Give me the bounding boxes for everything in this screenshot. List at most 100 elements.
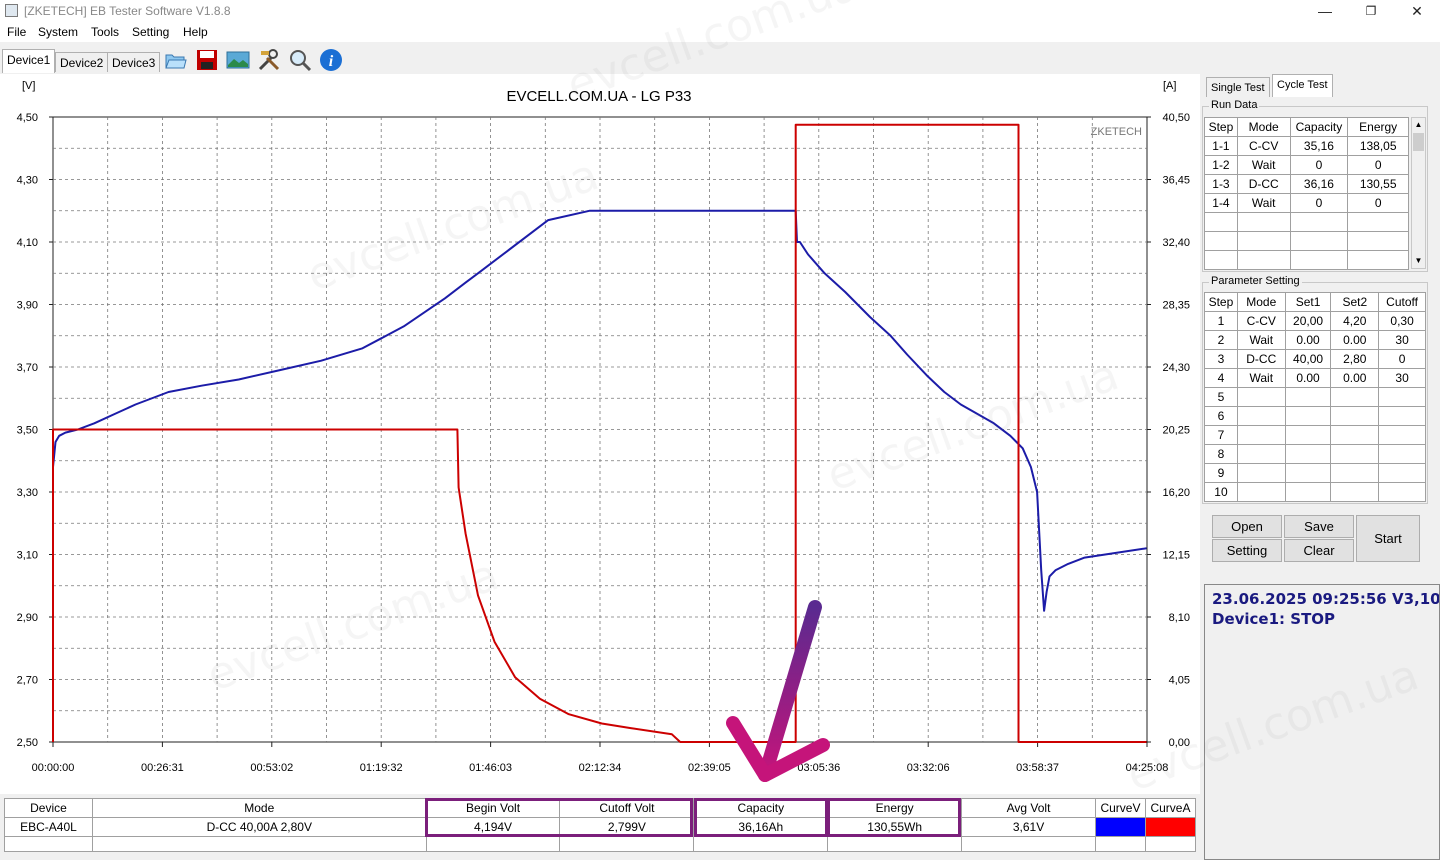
param-row[interactable]: 3 D-CC 40,00 2,80 0: [1204, 349, 1426, 369]
open-button[interactable]: Open: [1212, 515, 1282, 538]
param-header-set1: Set1: [1284, 292, 1332, 312]
param-cell: 40,00: [1284, 349, 1332, 369]
parameter-table[interactable]: Step Mode Set1 Set2 Cutoff 1 C-CV 20,00 4,2…: [1204, 292, 1426, 502]
param-cell: 0.00: [1284, 330, 1332, 350]
run-data-group: Run Data Step Mode Capacity Energy 1-1 C-…: [1202, 99, 1428, 272]
scroll-down-icon[interactable]: ▼: [1412, 254, 1425, 268]
menu-file[interactable]: File: [7, 25, 26, 39]
param-row[interactable]: 5: [1204, 387, 1426, 407]
menu-system[interactable]: System: [38, 25, 78, 39]
status-panel: 23.06.2025 09:25:56 V3,10 Device1: STOP: [1204, 584, 1440, 860]
param-row[interactable]: 2 Wait 0.00 0.00 30: [1204, 330, 1426, 350]
y-left-tick-label: 3,70: [17, 362, 38, 374]
tab-cycle-test[interactable]: Cycle Test: [1272, 74, 1333, 97]
param-row[interactable]: 6: [1204, 406, 1426, 426]
param-header-set2: Set2: [1330, 292, 1380, 312]
menu-setting[interactable]: Setting: [132, 25, 169, 39]
tab-device2[interactable]: Device2: [55, 52, 109, 72]
param-cell: [1284, 463, 1332, 483]
run-data-empty-cell: [1289, 250, 1349, 270]
param-cell: [1378, 406, 1426, 426]
run-data-row[interactable]: 1-1 C-CV 35,16 138,05: [1204, 136, 1409, 156]
volt-highlight-box: [425, 798, 693, 837]
summary-header-cell: Mode: [91, 798, 427, 818]
annotation-arrow-icon: [726, 600, 830, 782]
info-icon[interactable]: i: [319, 48, 343, 72]
y-right-tick-label: 4,05: [1169, 675, 1190, 687]
scroll-up-icon[interactable]: ▲: [1412, 118, 1425, 132]
restore-button[interactable]: ❐: [1348, 0, 1394, 22]
param-cell: 6: [1204, 406, 1238, 426]
param-row[interactable]: 7: [1204, 425, 1426, 445]
run-data-scrollbar[interactable]: ▲ ▼: [1411, 117, 1426, 269]
param-cell: [1236, 463, 1286, 483]
right-axis-ticks: 40,50 36,45 32,40 28,35 24,30 20,25 16,20 12,15…: [1147, 112, 1190, 749]
tab-device1[interactable]: Device1: [2, 49, 56, 73]
run-data-row[interactable]: 1-3 D-CC 36,16 130,55: [1204, 174, 1409, 194]
scroll-thumb[interactable]: [1413, 133, 1424, 151]
open-folder-icon[interactable]: [163, 48, 187, 72]
tab-device3[interactable]: Device3: [107, 52, 161, 72]
summary-value-cell: D-CC 40,00A 2,80V: [91, 817, 427, 837]
parameter-setting-label: Parameter Setting: [1209, 275, 1302, 287]
summary-value-cell: 3,61V: [961, 817, 1096, 837]
y-left-tick-label: 3,30: [17, 487, 38, 499]
close-button[interactable]: ✕: [1394, 0, 1440, 22]
run-data-cell: 36,16: [1289, 174, 1349, 194]
run-data-row[interactable]: 1-4 Wait 0 0: [1204, 193, 1409, 213]
chart-title: EVCELL.COM.UA - LG P33: [506, 88, 691, 105]
param-row[interactable]: 8: [1204, 444, 1426, 464]
summary-empty-cell: [4, 836, 93, 852]
param-row[interactable]: 4 Wait 0.00 0.00 30: [1204, 368, 1426, 388]
param-row[interactable]: 9: [1204, 463, 1426, 483]
run-data-table[interactable]: Step Mode Capacity Energy 1-1 C-CV 35,16 13…: [1204, 117, 1409, 270]
param-cell: 0: [1378, 349, 1426, 369]
run-data-cell: 0: [1347, 155, 1409, 175]
param-cell: [1284, 387, 1332, 407]
y-left-tick-label: 4,30: [17, 175, 38, 187]
param-cell: 4,20: [1330, 311, 1380, 331]
param-cell: [1330, 444, 1380, 464]
status-device: Device1: STOP: [1212, 610, 1336, 628]
param-row[interactable]: 1 C-CV 20,00 4,20 0,30: [1204, 311, 1426, 331]
param-row[interactable]: 10: [1204, 482, 1426, 502]
param-cell: 3: [1204, 349, 1238, 369]
x-tick-label: 01:19:32: [360, 762, 403, 774]
param-cell: [1284, 444, 1332, 464]
chart-panel: [V] [A] EVCELL.COM.UA - LG P33 ZKETECH 4…: [0, 74, 1200, 794]
param-cell: D-CC: [1236, 349, 1286, 369]
param-cell: Wait: [1236, 330, 1286, 350]
zoom-icon[interactable]: [288, 48, 312, 72]
param-cell: [1236, 444, 1286, 464]
y-left-tick-label: 2,90: [17, 612, 38, 624]
save-button[interactable]: Save: [1284, 515, 1354, 538]
summary-header-cell: CurveA: [1144, 798, 1197, 818]
run-data-row[interactable]: 1-2 Wait 0 0: [1204, 155, 1409, 175]
param-cell: 4: [1204, 368, 1238, 388]
tools-icon[interactable]: [257, 48, 281, 72]
param-cell: 20,00: [1284, 311, 1332, 331]
minimize-button[interactable]: —: [1302, 0, 1348, 22]
run-data-label: Run Data: [1209, 99, 1260, 111]
curve-a-swatch: [1144, 817, 1197, 837]
save-icon[interactable]: [195, 48, 219, 72]
param-cell: [1330, 482, 1380, 502]
param-header-mode: Mode: [1236, 292, 1286, 312]
y-right-tick-label: 36,45: [1162, 175, 1190, 187]
y-left-tick-label: 4,50: [17, 112, 38, 124]
y-left-tick-label: 2,50: [17, 737, 38, 749]
setting-button[interactable]: Setting: [1212, 539, 1282, 562]
run-data-empty-row: [1204, 250, 1409, 270]
y-right-tick-label: 0,00: [1169, 737, 1190, 749]
control-buttons: Open Save Setting Clear Start: [1202, 510, 1440, 570]
image-icon[interactable]: [226, 48, 250, 72]
x-axis-ticks: 00:00:00 00:26:31 00:53:02 01:19:32 01:46:03…: [32, 742, 1168, 774]
summary-empty-cell: [91, 836, 427, 852]
clear-button[interactable]: Clear: [1284, 539, 1354, 562]
menu-tools[interactable]: Tools: [91, 25, 119, 39]
y-right-tick-label: 20,25: [1162, 425, 1190, 437]
menu-help[interactable]: Help: [183, 25, 208, 39]
param-cell: [1330, 406, 1380, 426]
tab-single-test[interactable]: Single Test: [1206, 77, 1270, 97]
start-button[interactable]: Start: [1356, 515, 1420, 562]
